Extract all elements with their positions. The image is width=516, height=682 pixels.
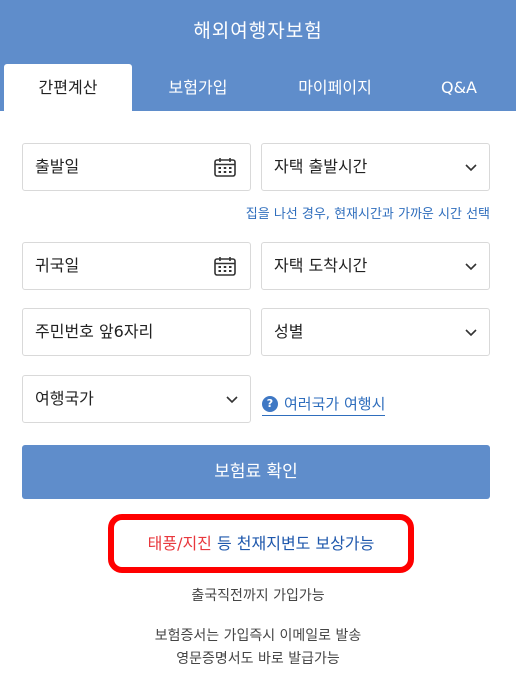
departure-time-label: 자택 출발시간	[274, 157, 368, 176]
tab-mypage[interactable]: 마이페이지	[268, 64, 402, 111]
chevron-down-icon	[226, 396, 238, 404]
return-date-label: 귀국일	[35, 256, 80, 275]
calendar-icon	[214, 257, 236, 276]
gender-select[interactable]: 성별	[261, 308, 490, 356]
tab-insurance-signup[interactable]: 보험가입	[134, 64, 262, 111]
departure-date-label: 출발일	[35, 157, 80, 176]
app-title: 해외여행자보험	[193, 20, 323, 42]
arrival-time-label: 자택 도착시간	[274, 256, 368, 275]
promo-red-text: 태풍/지진	[147, 534, 212, 553]
departure-time-select[interactable]: 자택 출발시간	[261, 143, 490, 191]
calendar-icon	[214, 158, 236, 177]
tab-quick-calc[interactable]: 간편계산	[4, 64, 132, 111]
arrival-time-select[interactable]: 자택 도착시간	[261, 242, 490, 290]
multi-country-label: 여러국가 여행시	[284, 395, 386, 413]
chevron-down-icon	[465, 164, 477, 172]
promo-blue-text: 등 천재지변도 보상가능	[211, 534, 375, 553]
country-label: 여행국가	[35, 389, 94, 408]
id-number-input[interactable]: 주민번호 앞6자리	[22, 308, 251, 356]
check-premium-button[interactable]: 보험료 확인	[22, 445, 490, 499]
info-line-3: 영문증명서도 바로 발급가능	[176, 651, 340, 667]
country-select[interactable]: 여행국가	[22, 375, 251, 423]
promo-highlight-box: 태풍/지진 등 천재지변도 보상가능	[108, 514, 414, 573]
chevron-down-icon	[465, 329, 477, 337]
help-icon: ?	[262, 395, 278, 412]
info-line-1: 출국직전까지 가입가능	[191, 588, 325, 604]
chevron-down-icon	[465, 263, 477, 271]
multi-country-link[interactable]: ? 여러국가 여행시	[262, 393, 386, 416]
tab-qna[interactable]: Q&A	[404, 64, 514, 111]
gender-label: 성별	[274, 322, 304, 341]
info-line-2: 보험증서는 가입즉시 이메일로 발송	[154, 628, 362, 644]
return-date-field[interactable]: 귀국일	[22, 242, 251, 290]
departure-date-field[interactable]: 출발일	[22, 143, 251, 191]
time-hint-text: 집을 나선 경우, 현재시간과 가까운 시간 선택	[245, 207, 490, 222]
id-number-placeholder: 주민번호 앞6자리	[35, 322, 154, 341]
